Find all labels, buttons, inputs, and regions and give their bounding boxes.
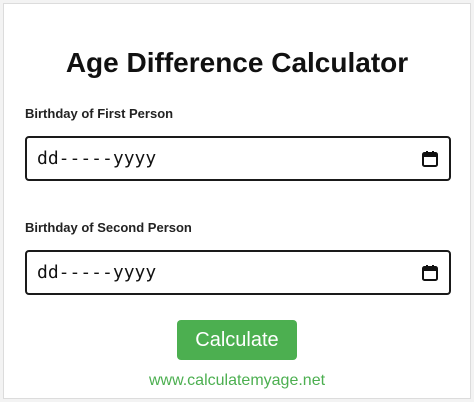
page-title: Age Difference Calculator [65, 47, 409, 78]
calendar-icon[interactable] [421, 264, 439, 282]
first-birthday-value: dd-----yyyy [37, 148, 157, 169]
first-birthday-input[interactable]: dd-----yyyy [25, 136, 451, 181]
calculator-card: Age Difference Calculator Birthday of Fi… [3, 3, 471, 399]
calendar-icon[interactable] [421, 150, 439, 168]
second-birthday-input[interactable]: dd-----yyyy [25, 250, 451, 295]
first-birthday-label: Birthday of First Person [25, 106, 174, 121]
second-birthday-value: dd-----yyyy [37, 262, 157, 283]
calculate-button[interactable]: Calculate [177, 320, 297, 360]
site-link[interactable]: www.calculatemyage.net [4, 372, 470, 390]
second-birthday-label: Birthday of Second Person [25, 220, 192, 235]
